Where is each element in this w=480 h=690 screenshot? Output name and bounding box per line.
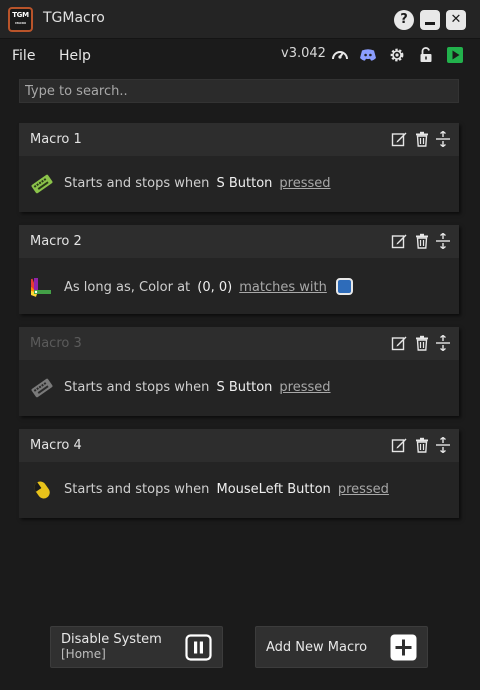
trigger-action-link[interactable]: matches with — [239, 280, 327, 295]
trigger-action-link[interactable]: pressed — [279, 176, 330, 191]
minimize-button[interactable] — [420, 10, 440, 30]
macro-card-header: Macro 2 — [19, 225, 459, 258]
disable-system-hotkey: [Home] — [61, 647, 106, 661]
trash-icon[interactable] — [414, 131, 430, 147]
drag-handle-icon[interactable] — [435, 131, 451, 147]
version-label: v3.042 — [281, 46, 326, 61]
search-input[interactable] — [19, 79, 459, 103]
menu-file[interactable]: File — [12, 48, 35, 64]
play-icon[interactable] — [446, 46, 464, 64]
macro-card-header: Macro 4 — [19, 429, 459, 462]
trigger-description: As long as, Color at (0, 0) matches with — [64, 278, 353, 295]
app-logo: TGM MACRO — [8, 7, 33, 32]
dashboard-icon[interactable] — [331, 46, 349, 64]
logo-text: TGM — [12, 11, 29, 19]
logo-subtext: MACRO — [15, 21, 26, 25]
trigger-description: Starts and stops when S Button pressed — [64, 380, 331, 395]
trigger-prefix: Starts and stops when — [64, 176, 210, 191]
trigger-description: Starts and stops when MouseLeft Button pr… — [64, 482, 389, 497]
trigger-action-link[interactable]: pressed — [279, 380, 330, 395]
trash-icon[interactable] — [414, 335, 430, 351]
app-title: TGMacro — [43, 10, 105, 26]
macro-card[interactable]: Macro 2 As long as, Color at (0, 0) match… — [19, 225, 459, 314]
mouse-left-icon — [31, 479, 53, 501]
trigger-prefix: Starts and stops when — [64, 482, 210, 497]
edit-icon[interactable] — [391, 437, 407, 453]
keyboard-icon — [31, 377, 53, 399]
menu-bar: File Help v3.042 — [0, 40, 480, 70]
add-new-macro-button[interactable]: Add New Macro — [255, 626, 428, 668]
macro-title: Macro 3 — [30, 336, 82, 351]
macro-title: Macro 2 — [30, 234, 82, 249]
edit-icon[interactable] — [391, 233, 407, 249]
close-icon: ✕ — [450, 12, 462, 27]
add-new-macro-label: Add New Macro — [266, 640, 368, 655]
trigger-prefix: As long as, Color at — [64, 280, 191, 295]
disable-system-button[interactable]: Disable System [Home] — [50, 626, 223, 668]
help-icon: ? — [400, 12, 408, 27]
help-button[interactable]: ? — [394, 10, 414, 30]
settings-gear-icon[interactable] — [388, 46, 406, 64]
trigger-key: S Button — [216, 176, 273, 191]
macro-card[interactable]: Macro 3 Starts and stops when S Button pr… — [19, 327, 459, 416]
color-palette-icon — [31, 275, 53, 297]
trigger-prefix: Starts and stops when — [64, 380, 210, 395]
minimize-icon — [425, 22, 435, 25]
edit-icon[interactable] — [391, 335, 407, 351]
macro-card[interactable]: Macro 4 Starts and stops when MouseLeft … — [19, 429, 459, 518]
macro-title: Macro 1 — [30, 132, 82, 147]
disable-system-label: Disable System — [61, 632, 162, 647]
plus-icon — [390, 634, 417, 661]
trash-icon[interactable] — [414, 233, 430, 249]
menu-help[interactable]: Help — [59, 48, 91, 64]
trigger-key: S Button — [216, 380, 273, 395]
edit-icon[interactable] — [391, 131, 407, 147]
macro-card-header: Macro 1 — [19, 123, 459, 156]
macro-card[interactable]: Macro 1 Starts and stops when S Button pr… — [19, 123, 459, 212]
trash-icon[interactable] — [414, 437, 430, 453]
drag-handle-icon[interactable] — [435, 437, 451, 453]
macro-title: Macro 4 — [30, 438, 82, 453]
unlock-icon[interactable] — [417, 46, 435, 64]
trigger-description: Starts and stops when S Button pressed — [64, 176, 331, 191]
pause-icon — [185, 634, 212, 661]
drag-handle-icon[interactable] — [435, 335, 451, 351]
discord-icon[interactable] — [359, 46, 377, 64]
keyboard-icon — [31, 173, 53, 195]
macro-card-header: Macro 3 — [19, 327, 459, 360]
title-bar: TGM MACRO TGMacro ? ✕ — [0, 0, 480, 39]
trigger-key: (0, 0) — [197, 280, 233, 295]
color-swatch[interactable] — [335, 278, 353, 295]
drag-handle-icon[interactable] — [435, 233, 451, 249]
trigger-action-link[interactable]: pressed — [338, 482, 389, 497]
close-button[interactable]: ✕ — [446, 10, 466, 30]
trigger-key: MouseLeft Button — [216, 482, 331, 497]
